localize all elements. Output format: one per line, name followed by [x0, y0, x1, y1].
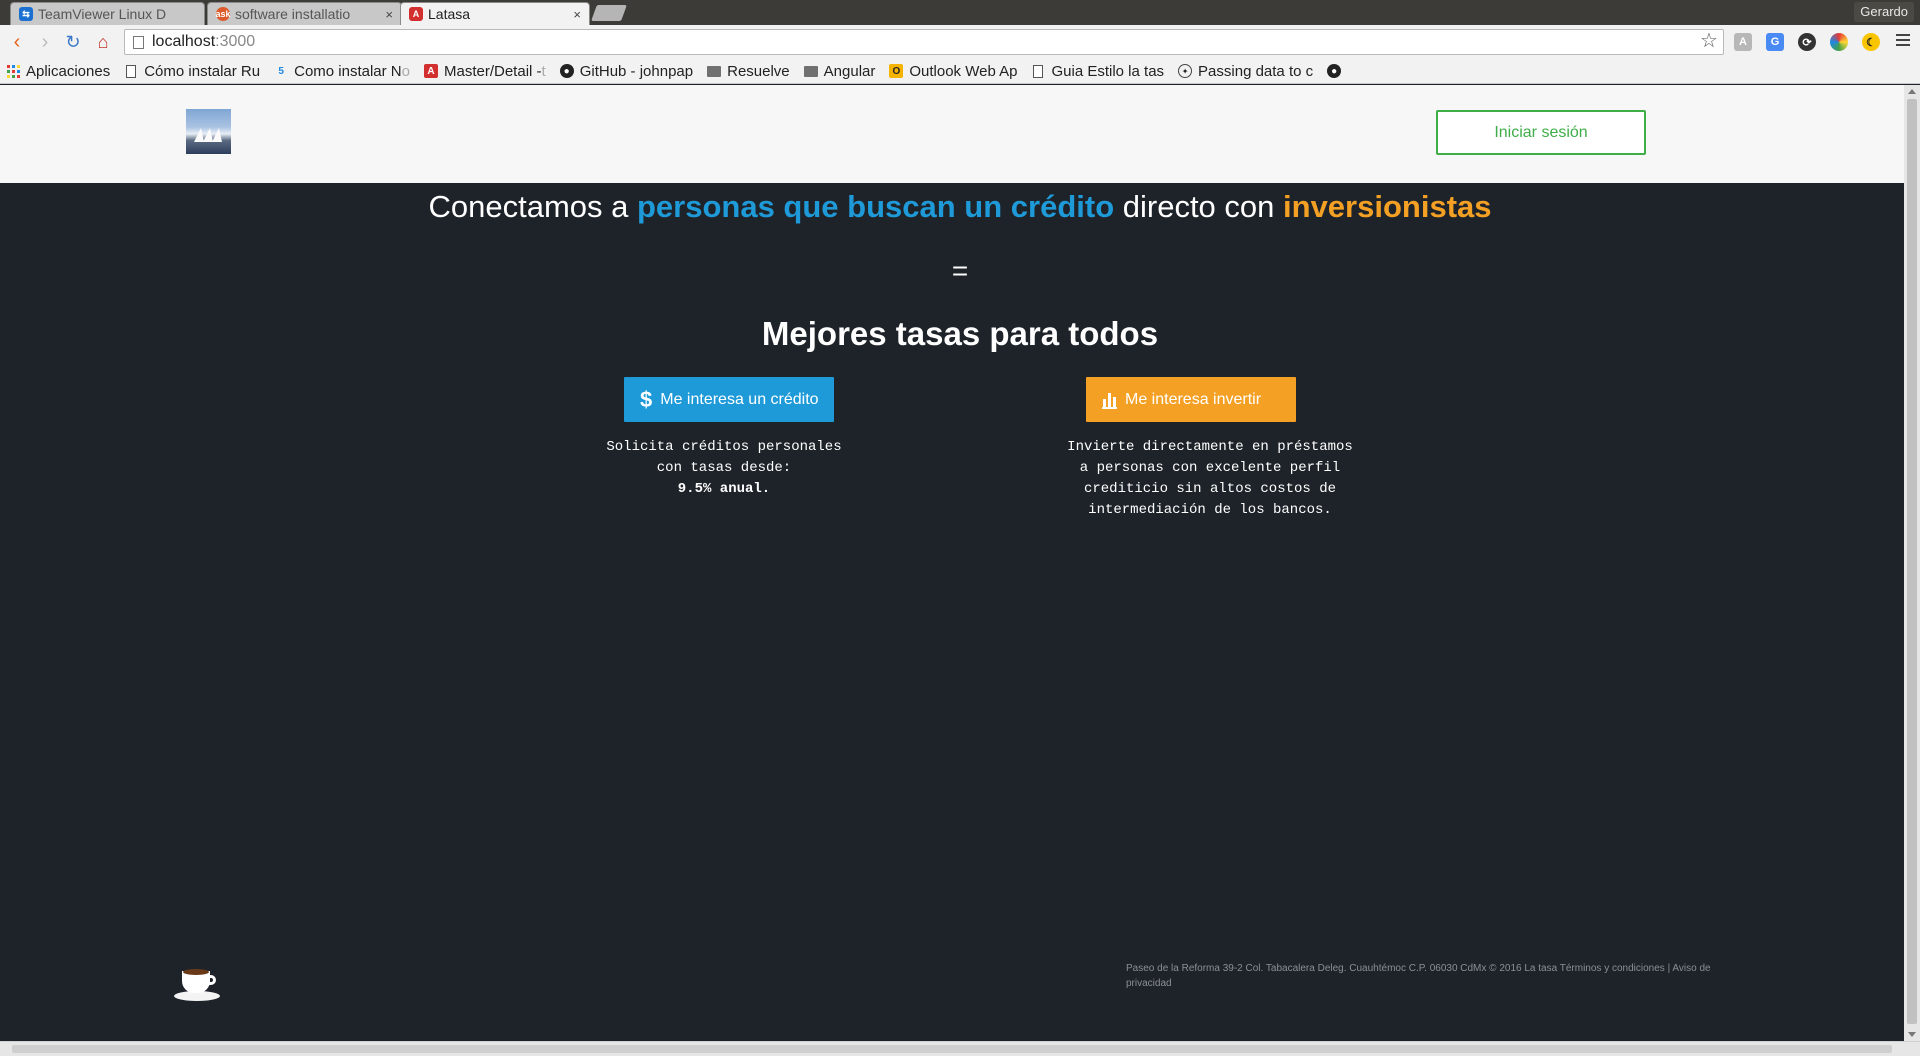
bookmark-label: Resuelve: [727, 62, 790, 80]
close-icon[interactable]: ×: [573, 7, 581, 22]
page-icon: [124, 64, 138, 78]
bookmark-item[interactable]: O Outlook Web Ap: [889, 63, 1017, 80]
credit-description: Solicita créditos personales con tasas d…: [574, 437, 874, 500]
dollar-icon: $: [640, 386, 653, 412]
url-port: :3000: [215, 33, 256, 50]
coffee-cup-icon: [174, 965, 220, 1003]
bookmark-item[interactable]: Cómo instalar Ru: [124, 63, 260, 80]
headline-prefix: Conectamos a: [428, 189, 637, 224]
outlook-icon: O: [889, 64, 904, 78]
terms-link[interactable]: Términos y condiciones: [1560, 963, 1665, 974]
tab-teamviewer[interactable]: ⇆ TeamViewer Linux D: [10, 2, 205, 25]
reload-icon[interactable]: ↻: [62, 31, 84, 53]
translate-extension-icon[interactable]: G: [1766, 33, 1784, 51]
bookmark-github[interactable]: ●: [1327, 64, 1347, 78]
tab-latasa[interactable]: A Latasa ×: [400, 2, 590, 25]
bookmark-item[interactable]: A Master/Detail - t: [424, 63, 546, 80]
page-icon: [1031, 64, 1045, 78]
hero-subhead: Mejores tasas para todos: [761, 315, 1159, 352]
bookmark-item[interactable]: ● GitHub - johnpap: [559, 62, 694, 80]
bookmark-label: Outlook Web Ap: [909, 62, 1018, 80]
headline-credit-highlight: personas que buscan un crédito: [636, 189, 1115, 224]
login-button[interactable]: Iniciar sesión: [1436, 110, 1646, 155]
bookmark-label: Como instalar N: [294, 62, 402, 80]
back-icon[interactable]: ‹: [6, 31, 28, 53]
invest-button-label: Me interesa invertir: [1125, 390, 1262, 408]
page-viewport: Iniciar sesión Conectamos a personas que…: [0, 85, 1904, 1041]
invest-interest-button[interactable]: Me interesa invertir: [1086, 377, 1296, 422]
headline-middle: directo con: [1114, 189, 1284, 224]
github-icon: ●: [559, 64, 574, 78]
angular-icon: A: [424, 64, 438, 78]
bookmark-item[interactable]: 5 Como instalar No: [274, 63, 410, 80]
bookmark-icon: ✦: [1178, 64, 1193, 78]
folder-icon: [803, 64, 818, 78]
folder-icon: [707, 64, 722, 78]
bookmark-apps[interactable]: Aplicaciones: [6, 63, 110, 80]
menu-icon[interactable]: [1896, 34, 1910, 48]
bookmark-icon: 5: [278, 65, 284, 77]
tab-software-installation[interactable]: ask software installatio ×: [207, 2, 402, 25]
browser-toolbar: ‹ › ↻ ⌂ localhost:3000 ☆ A G ⟳ ☾: [0, 25, 1920, 59]
site-logo[interactable]: [186, 109, 231, 154]
page-icon: [133, 35, 144, 49]
bookmarks-bar: Aplicaciones Cómo instalar Ru 5 Como ins…: [0, 59, 1920, 84]
bookmark-star-icon[interactable]: ☆: [1700, 28, 1718, 53]
bookmark-label: Angular: [823, 62, 876, 80]
apps-grid-icon: [6, 64, 20, 78]
headline-invest-highlight: inversionistas: [1283, 189, 1492, 224]
bookmark-item[interactable]: ✦ Passing data to c: [1178, 63, 1313, 80]
credit-button-label: Me interesa un crédito: [660, 390, 819, 408]
vertical-scrollbar[interactable]: [1904, 85, 1920, 1041]
sync-extension-icon[interactable]: ⟳: [1798, 33, 1816, 51]
credit-description-text: Solicita créditos personales con tasas d…: [606, 439, 842, 476]
bookmark-folder[interactable]: Angular: [803, 62, 876, 80]
tab-title: software installatio: [235, 6, 351, 22]
credit-rate: 9.5% anual.: [677, 481, 771, 497]
site-header: Iniciar sesión: [0, 85, 1904, 183]
tab-title: Latasa: [428, 6, 471, 22]
scroll-up-icon[interactable]: [1908, 89, 1916, 94]
bookmark-label-fade: o: [401, 62, 410, 80]
hero-headline: Conectamos a personas que buscan un créd…: [0, 189, 1920, 225]
home-icon[interactable]: ⌂: [92, 31, 114, 53]
bookmark-label-fade: t: [541, 62, 546, 80]
angular-extension-icon[interactable]: A: [1734, 33, 1752, 51]
credit-interest-button[interactable]: $ Me interesa un crédito: [624, 377, 834, 422]
moon-extension-icon[interactable]: ☾: [1862, 33, 1880, 51]
footer-text: Paseo de la Reforma 39-2 Col. Tabacalera…: [1126, 961, 1726, 991]
close-icon[interactable]: ×: [385, 7, 393, 22]
address-bar[interactable]: localhost:3000: [124, 29, 1724, 55]
bar-chart-icon: [1102, 391, 1117, 409]
browser-tabstrip: ⇆ TeamViewer Linux D ask software instal…: [0, 0, 1920, 25]
github-icon: ●: [1327, 64, 1342, 78]
bookmark-label: Passing data to c: [1198, 62, 1314, 80]
colorpicker-extension-icon[interactable]: [1830, 33, 1848, 51]
bookmark-label: Guia Estilo la tas: [1051, 62, 1165, 80]
teamviewer-icon: ⇆: [19, 7, 33, 21]
footer-address: Paseo de la Reforma 39-2 Col. Tabacalera…: [1126, 963, 1560, 974]
bookmark-label: Cómo instalar Ru: [144, 62, 261, 80]
angular-icon: A: [409, 7, 423, 21]
askubuntu-icon: ask: [215, 7, 231, 21]
tab-title: TeamViewer Linux D: [38, 6, 167, 22]
invest-description: Invierte directamente en préstamos a per…: [1067, 439, 1353, 518]
bookmark-folder[interactable]: Resuelve: [707, 63, 790, 80]
new-tab-button[interactable]: [591, 5, 627, 21]
equals-sign: =: [951, 255, 969, 286]
bookmark-label: Aplicaciones: [26, 62, 111, 80]
forward-icon[interactable]: ›: [34, 31, 56, 53]
bookmark-label: GitHub - johnpap: [579, 62, 694, 80]
horizontal-scrollbar[interactable]: [0, 1041, 1920, 1056]
scrollbar-thumb[interactable]: [1907, 99, 1917, 1024]
scroll-down-icon[interactable]: [1908, 1032, 1916, 1037]
profile-user-badge[interactable]: Gerardo: [1854, 2, 1914, 22]
url-host: localhost: [152, 33, 216, 50]
bookmark-label: Master/Detail -: [444, 62, 542, 80]
scrollbar-thumb[interactable]: [12, 1045, 1892, 1053]
bookmark-item[interactable]: Guia Estilo la tas: [1031, 63, 1164, 80]
